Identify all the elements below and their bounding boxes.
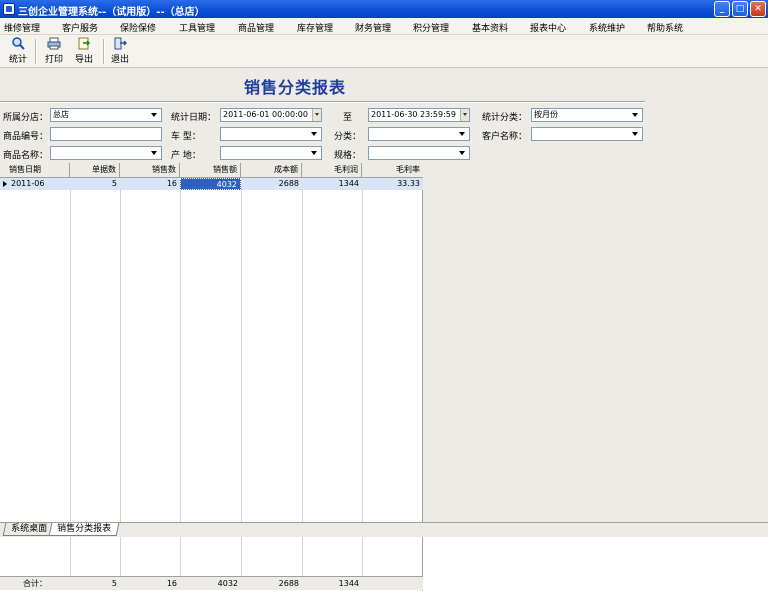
grid-line bbox=[241, 178, 242, 576]
product-name-label: 商品名称： bbox=[3, 151, 49, 161]
footer-cost: 2688 bbox=[278, 579, 299, 588]
chevron-down-icon bbox=[151, 151, 157, 155]
branch-select[interactable]: 总店 bbox=[50, 108, 162, 122]
stat-type-label: 统计分类： bbox=[482, 113, 528, 123]
branch-label: 所属分店： bbox=[3, 113, 49, 123]
tab-sales-category-report[interactable]: 销售分类报表 bbox=[48, 523, 120, 536]
car-label: 车 型： bbox=[171, 132, 201, 142]
chevron-down-icon bbox=[459, 132, 465, 136]
menu-customer-service[interactable]: 客户服务 bbox=[62, 21, 98, 34]
grid-line bbox=[120, 178, 121, 576]
maximize-button[interactable]: □ bbox=[732, 1, 748, 17]
cell-doc-count[interactable]: 5 bbox=[70, 178, 120, 190]
origin-label: 产 地： bbox=[171, 151, 201, 161]
menu-tools[interactable]: 工具管理 bbox=[179, 21, 215, 34]
grid-line bbox=[70, 178, 71, 576]
col-header-date[interactable]: 销售日期 bbox=[0, 163, 70, 178]
date-to-picker[interactable]: 2011-06-30 23:59:59 bbox=[368, 108, 470, 122]
product-name-select[interactable] bbox=[50, 146, 162, 160]
chevron-down-icon bbox=[459, 151, 465, 155]
minimize-button[interactable]: _ bbox=[714, 1, 730, 17]
menu-basic-data[interactable]: 基本资料 bbox=[472, 21, 508, 34]
col-header-sales-amount[interactable]: 销售额 bbox=[180, 163, 241, 178]
grid-line bbox=[180, 178, 181, 576]
col-header-cost[interactable]: 成本额 bbox=[241, 163, 302, 178]
grid-footer: 合计： 5 16 4032 2688 1344 bbox=[0, 576, 423, 590]
magnifier-icon bbox=[12, 37, 25, 50]
spec-select[interactable] bbox=[368, 146, 470, 160]
origin-select[interactable] bbox=[220, 146, 322, 160]
tab-bar: 系统桌面 销售分类报表 bbox=[0, 522, 768, 537]
menu-insurance[interactable]: 保险保修 bbox=[120, 21, 156, 34]
divider bbox=[0, 101, 645, 103]
car-select[interactable] bbox=[220, 127, 322, 141]
menu-repair[interactable]: 维修管理 bbox=[4, 21, 40, 34]
table-row[interactable]: 2011-06 5 16 4032 2688 1344 33.33 bbox=[0, 178, 423, 190]
export-button[interactable]: 导出 bbox=[72, 37, 96, 66]
chevron-down-icon bbox=[151, 113, 157, 117]
toolbar-separator bbox=[103, 39, 105, 64]
date-spin-icon bbox=[460, 109, 469, 121]
menu-points[interactable]: 积分管理 bbox=[413, 21, 449, 34]
footer-margin bbox=[362, 578, 423, 590]
chevron-down-icon bbox=[632, 113, 638, 117]
chevron-down-icon bbox=[311, 151, 317, 155]
menu-inventory[interactable]: 库存管理 bbox=[297, 21, 333, 34]
customer-label: 客户名称： bbox=[482, 132, 528, 142]
spec-label: 规格： bbox=[334, 151, 362, 161]
report-title: 销售分类报表 bbox=[243, 78, 346, 97]
menu-reports[interactable]: 报表中心 bbox=[530, 21, 566, 34]
category-label: 分类： bbox=[334, 132, 362, 142]
date-label: 统计日期： bbox=[171, 113, 217, 123]
window-title: 三创企业管理系统--（试用版）--（总店） bbox=[18, 7, 205, 18]
exit-icon bbox=[114, 37, 127, 50]
col-header-margin[interactable]: 毛利率 bbox=[362, 163, 423, 178]
title-bar: 三创企业管理系统--（试用版）--（总店） _ □ ✕ bbox=[0, 0, 768, 18]
toolbar-separator bbox=[35, 39, 37, 64]
tab-desktop[interactable]: 系统桌面 bbox=[2, 523, 56, 536]
cell-sales-amount[interactable]: 4032 bbox=[180, 178, 241, 190]
category-select[interactable] bbox=[368, 127, 470, 141]
col-header-sales-qty[interactable]: 销售数 bbox=[120, 163, 180, 178]
customer-select[interactable] bbox=[531, 127, 643, 141]
cell-sales-qty[interactable]: 16 bbox=[120, 178, 180, 190]
date-from-picker[interactable]: 2011-06-01 00:00:00 bbox=[220, 108, 322, 122]
chevron-down-icon bbox=[311, 132, 317, 136]
product-code-input[interactable] bbox=[50, 127, 162, 141]
footer-doc-count: 5 bbox=[111, 579, 117, 588]
product-code-label: 商品编号： bbox=[3, 132, 49, 142]
grid-line bbox=[362, 178, 363, 576]
toolbar: 统计 打印 导出 退出 bbox=[0, 35, 768, 68]
print-button[interactable]: 打印 bbox=[42, 37, 66, 66]
footer-gross-profit: 1344 bbox=[338, 579, 359, 588]
export-icon bbox=[78, 37, 91, 50]
menu-finance[interactable]: 财务管理 bbox=[355, 21, 391, 34]
chevron-down-icon bbox=[632, 132, 638, 136]
row-indicator-icon bbox=[3, 181, 7, 187]
exit-button[interactable]: 退出 bbox=[108, 37, 132, 66]
col-header-doc-count[interactable]: 单据数 bbox=[70, 163, 120, 178]
stat-button[interactable]: 统计 bbox=[6, 37, 30, 66]
cell-gross-profit[interactable]: 1344 bbox=[302, 178, 362, 190]
footer-sales-amount: 4032 bbox=[217, 579, 238, 588]
menu-help[interactable]: 帮助系统 bbox=[647, 21, 683, 34]
cell-date[interactable]: 2011-06 bbox=[8, 178, 70, 190]
stat-type-select[interactable]: 按月份 bbox=[531, 108, 643, 122]
menu-products[interactable]: 商品管理 bbox=[238, 21, 274, 34]
date-spin-icon bbox=[312, 109, 321, 121]
app-icon bbox=[3, 3, 15, 15]
grid-header: 销售日期 单据数 销售数 销售额 成本额 毛利润 毛利率 bbox=[0, 163, 423, 178]
menu-bar: 维修管理 客户服务 保险保修 工具管理 商品管理 库存管理 财务管理 积分管理 … bbox=[0, 18, 768, 35]
footer-sales-qty: 16 bbox=[166, 579, 177, 588]
to-label: 至 bbox=[343, 113, 353, 123]
main-area: 销售分类报表 所属分店： 总店 统计日期： 2011-06-01 00:00:0… bbox=[0, 68, 768, 591]
printer-icon bbox=[47, 37, 61, 50]
footer-total-label: 合计： bbox=[23, 579, 47, 588]
grid-line bbox=[302, 178, 303, 576]
col-header-gross-profit[interactable]: 毛利润 bbox=[302, 163, 362, 178]
cell-margin[interactable]: 33.33 bbox=[362, 178, 423, 190]
menu-system[interactable]: 系统维护 bbox=[589, 21, 625, 34]
cell-cost[interactable]: 2688 bbox=[241, 178, 302, 190]
close-button[interactable]: ✕ bbox=[750, 1, 766, 17]
